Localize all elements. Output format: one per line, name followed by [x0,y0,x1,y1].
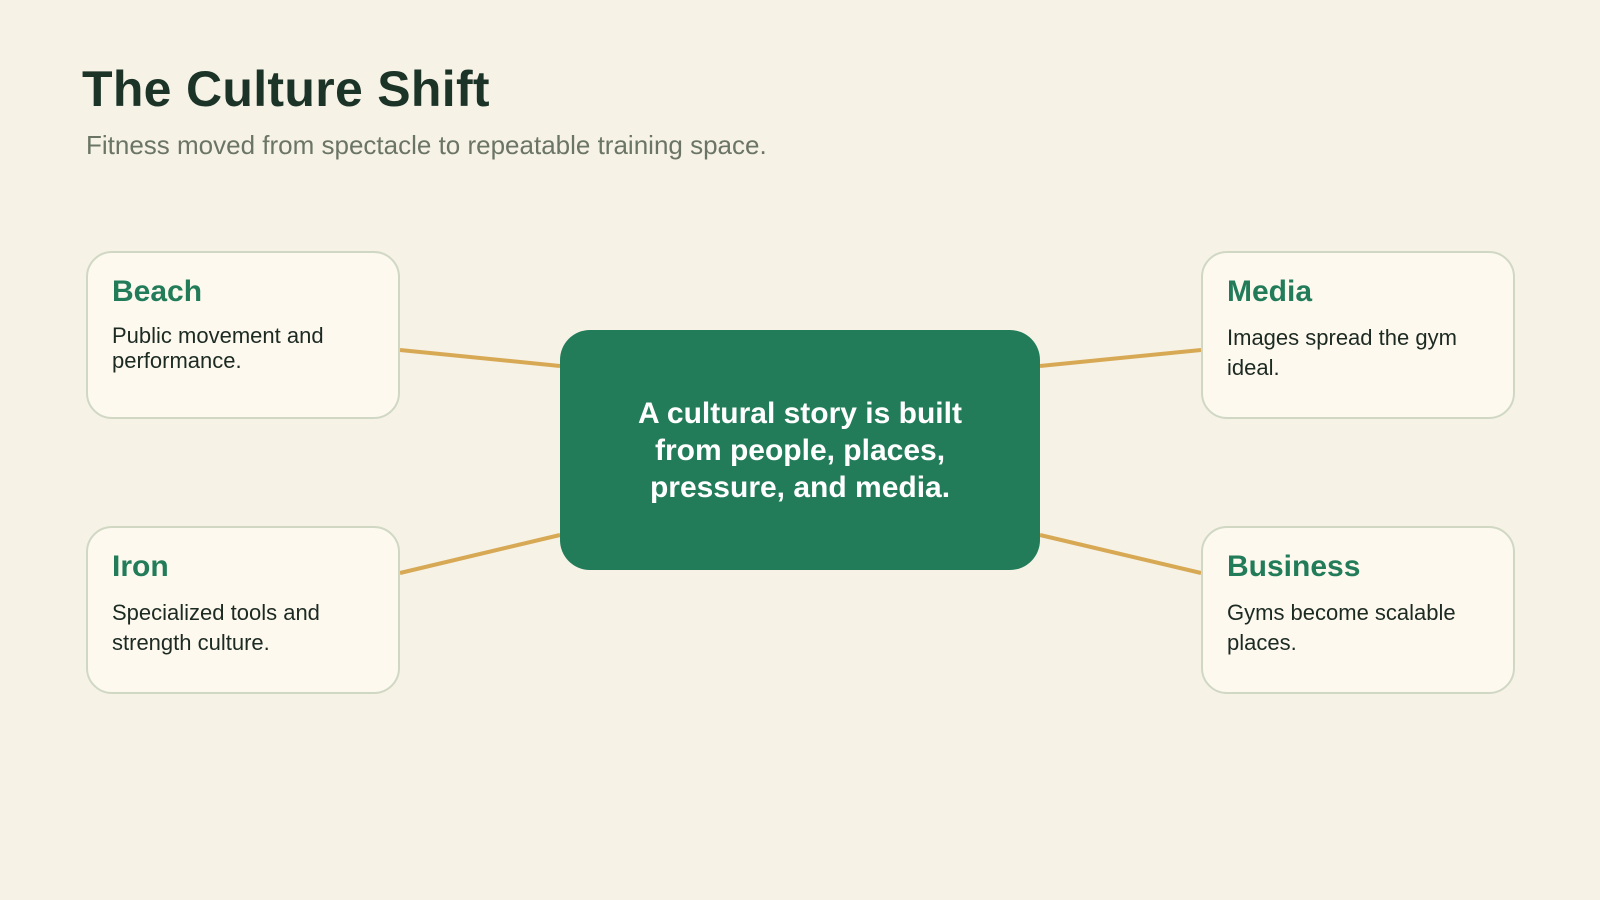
card-title: Iron [112,550,169,583]
card-description: Public movement and performance. [112,323,324,373]
connector-line-media [1039,348,1202,368]
card-title: Media [1227,275,1313,308]
card-title: Business [1227,550,1361,583]
card-description: Images spread the gym ideal. [1227,325,1457,380]
card-media: Media Images spread the gym ideal. [1201,251,1515,419]
card-iron: Iron Specialized tools and strength cult… [86,526,400,694]
connector-line-business [1039,533,1202,575]
connector-line-iron [399,533,561,575]
central-concept-text: A cultural story is built from people, p… [638,396,962,504]
card-description: Specialized tools and strength culture. [112,600,320,655]
page-subtitle: Fitness moved from spectacle to repeatab… [86,130,767,160]
card-description: Gyms become scalable places. [1227,600,1456,655]
connector-line-beach [399,348,561,368]
central-concept-box: A cultural story is built from people, p… [560,330,1040,570]
card-beach: Beach Public movement and performance. [86,251,400,419]
card-business: Business Gyms become scalable places. [1201,526,1515,694]
page-title: The Culture Shift [82,61,490,117]
card-title: Beach [112,275,203,308]
